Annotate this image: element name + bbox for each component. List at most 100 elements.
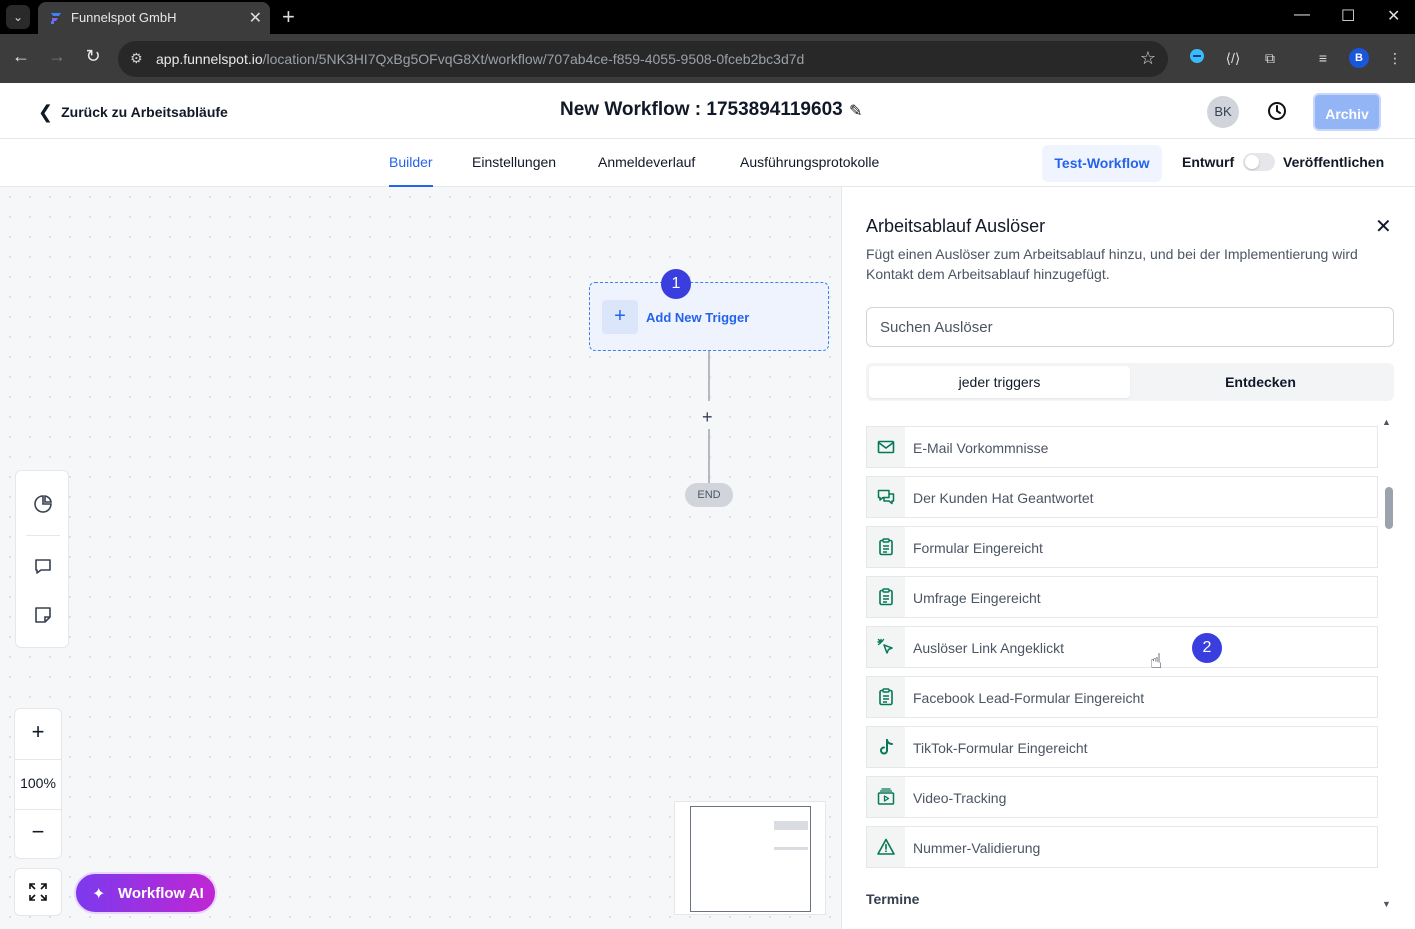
icon-cell <box>867 577 905 617</box>
icon-cell <box>867 827 905 867</box>
minimap-node <box>774 847 808 850</box>
workflow-canvas[interactable]: + Add New Trigger 1 + END + 100% − ✦ Wor… <box>0 187 841 929</box>
trigger-list: E-Mail Vorkommnisse Der Kunden Hat Geant… <box>866 417 1378 929</box>
analytics-pie-icon[interactable] <box>33 494 53 514</box>
divider <box>15 809 61 810</box>
tab-settings[interactable]: Einstellungen <box>472 154 556 170</box>
scroll-down-arrow-icon[interactable]: ▼ <box>1382 899 1391 909</box>
workflow-tabs: Builder Einstellungen Anmeldeverlauf Aus… <box>0 139 1415 187</box>
workflow-ai-button[interactable]: ✦ Workflow AI <box>74 872 217 914</box>
media-controls-icon[interactable]: ≡ <box>1313 48 1333 68</box>
browser-tab[interactable]: Funnelspot GmbH ✕ <box>38 2 270 34</box>
trigger-label: Auslöser Link Angeklickt <box>913 640 1064 656</box>
tab-discover[interactable]: Entdecken <box>1130 366 1391 398</box>
list-item[interactable]: Nummer-Validierung <box>866 826 1378 868</box>
tab-execution-logs[interactable]: Ausführungsprotokolle <box>740 154 879 170</box>
tab-builder[interactable]: Builder <box>389 154 433 187</box>
icon-cell <box>867 677 905 717</box>
zoom-out-button[interactable]: − <box>15 819 61 845</box>
list-item[interactable]: TikTok-Formular Eingereicht <box>866 726 1378 768</box>
fit-view-button[interactable] <box>14 868 62 916</box>
list-item[interactable]: Facebook Lead-Formular Eingereicht <box>866 676 1378 718</box>
scroll-up-arrow-icon[interactable]: ▲ <box>1382 417 1391 427</box>
icon-cell <box>867 777 905 817</box>
funnelspot-favicon-icon <box>51 13 61 24</box>
hand-cursor-icon: ☝ <box>1150 651 1163 673</box>
code-extension-icon[interactable]: ⟨/⟩ <box>1223 48 1243 68</box>
add-trigger-node[interactable]: + Add New Trigger <box>589 282 829 351</box>
list-item[interactable]: Auslöser Link Angeklickt <box>866 626 1378 668</box>
profile-avatar[interactable]: B <box>1349 48 1369 68</box>
trigger-label: Formular Eingereicht <box>913 540 1043 556</box>
chevron-left-icon: ❮ <box>38 102 54 122</box>
tab-all-triggers[interactable]: jeder triggers <box>869 366 1130 398</box>
bookmark-star-icon[interactable]: ☆ <box>1140 48 1156 69</box>
clipboard-icon <box>879 538 893 556</box>
address-bar[interactable]: ⚙ app.funnelspot.io/location/5NK3HI7QxBg… <box>118 41 1168 77</box>
list-item[interactable]: Der Kunden Hat Geantwortet <box>866 476 1378 518</box>
edit-title-pencil-icon[interactable]: ✎ <box>849 101 862 121</box>
comment-icon[interactable] <box>33 556 53 576</box>
connector-line <box>708 351 710 401</box>
test-workflow-button[interactable]: Test-Workflow <box>1042 145 1162 182</box>
video-icon <box>877 788 895 805</box>
plus-icon: + <box>602 300 638 334</box>
back-arrow-icon[interactable]: ← <box>9 46 33 67</box>
tab-title: Funnelspot GmbH <box>71 10 177 25</box>
search-trigger-input[interactable] <box>866 307 1394 347</box>
list-item[interactable]: E-Mail Vorkommnisse <box>866 426 1378 468</box>
app-header: ❮ Zurück zu Arbeitsabläufe New Workflow :… <box>0 83 1415 139</box>
url-text: app.funnelspot.io/location/5NK3HI7QxBg5O… <box>156 51 805 67</box>
sticky-note-icon[interactable] <box>33 605 53 625</box>
step-badge-2: 2 <box>1192 633 1222 663</box>
close-window-icon[interactable]: ✕ <box>1387 6 1400 26</box>
forward-arrow-icon[interactable]: → <box>45 46 69 67</box>
site-settings-icon[interactable]: ⚙ <box>130 50 143 67</box>
chat-bubbles-icon <box>877 489 895 505</box>
new-tab-icon[interactable]: + <box>282 4 295 30</box>
trigger-label: Nummer-Validierung <box>913 840 1041 856</box>
puzzle-icon[interactable]: ⧉ <box>1260 48 1280 68</box>
cursor-click-icon <box>877 638 893 654</box>
browser-tab-bar: ⌄ Funnelspot GmbH ✕ + — ☐ ✕ <box>0 0 1415 34</box>
archive-button[interactable]: Archiv <box>1313 93 1381 131</box>
reload-icon[interactable]: ↻ <box>81 46 105 67</box>
trigger-label: E-Mail Vorkommnisse <box>913 440 1049 456</box>
maximize-icon[interactable]: ☐ <box>1341 6 1355 26</box>
warning-icon <box>877 838 895 855</box>
minimap[interactable] <box>674 801 826 915</box>
scrollbar-thumb[interactable] <box>1385 487 1393 529</box>
back-to-workflows-link[interactable]: ❮ Zurück zu Arbeitsabläufe <box>38 101 228 122</box>
divider <box>26 535 60 536</box>
zoom-controls: + 100% − <box>14 708 62 859</box>
user-avatar[interactable]: BK <box>1207 96 1239 128</box>
minimap-node <box>774 821 808 830</box>
connector-line <box>708 429 710 483</box>
zoom-level: 100% <box>20 775 56 791</box>
tab-search-button[interactable]: ⌄ <box>6 5 30 29</box>
end-node: END <box>685 483 733 507</box>
minimize-icon[interactable]: — <box>1294 6 1310 24</box>
tab-enrollment-history[interactable]: Anmeldeverlauf <box>598 154 695 170</box>
sparkle-wand-icon: ✦ <box>92 886 106 903</box>
history-icon[interactable] <box>1266 100 1288 122</box>
panel-title: Arbeitsablauf Auslöser <box>866 216 1046 236</box>
add-action-plus-icon[interactable]: + <box>702 407 713 428</box>
trigger-panel: Arbeitsablauf Auslöser ✕ Fügt einen Ausl… <box>841 187 1415 929</box>
extension-icon[interactable] <box>1187 48 1207 68</box>
close-tab-icon[interactable]: ✕ <box>249 8 262 28</box>
publish-toggle[interactable] <box>1243 153 1275 171</box>
list-item[interactable]: Umfrage Eingereicht <box>866 576 1378 618</box>
divider <box>15 759 61 760</box>
list-item[interactable]: Video-Tracking <box>866 776 1378 818</box>
icon-cell <box>867 427 905 467</box>
tiktok-icon <box>880 739 893 755</box>
publish-label: Veröffentlichen <box>1283 154 1385 170</box>
trigger-label: Video-Tracking <box>913 790 1007 806</box>
zoom-in-button[interactable]: + <box>15 719 61 745</box>
more-menu-icon[interactable]: ⋮ <box>1385 48 1405 68</box>
icon-cell <box>867 527 905 567</box>
list-item[interactable]: Formular Eingereicht <box>866 526 1378 568</box>
clipboard-icon <box>879 688 893 706</box>
close-icon[interactable]: ✕ <box>1375 214 1392 239</box>
